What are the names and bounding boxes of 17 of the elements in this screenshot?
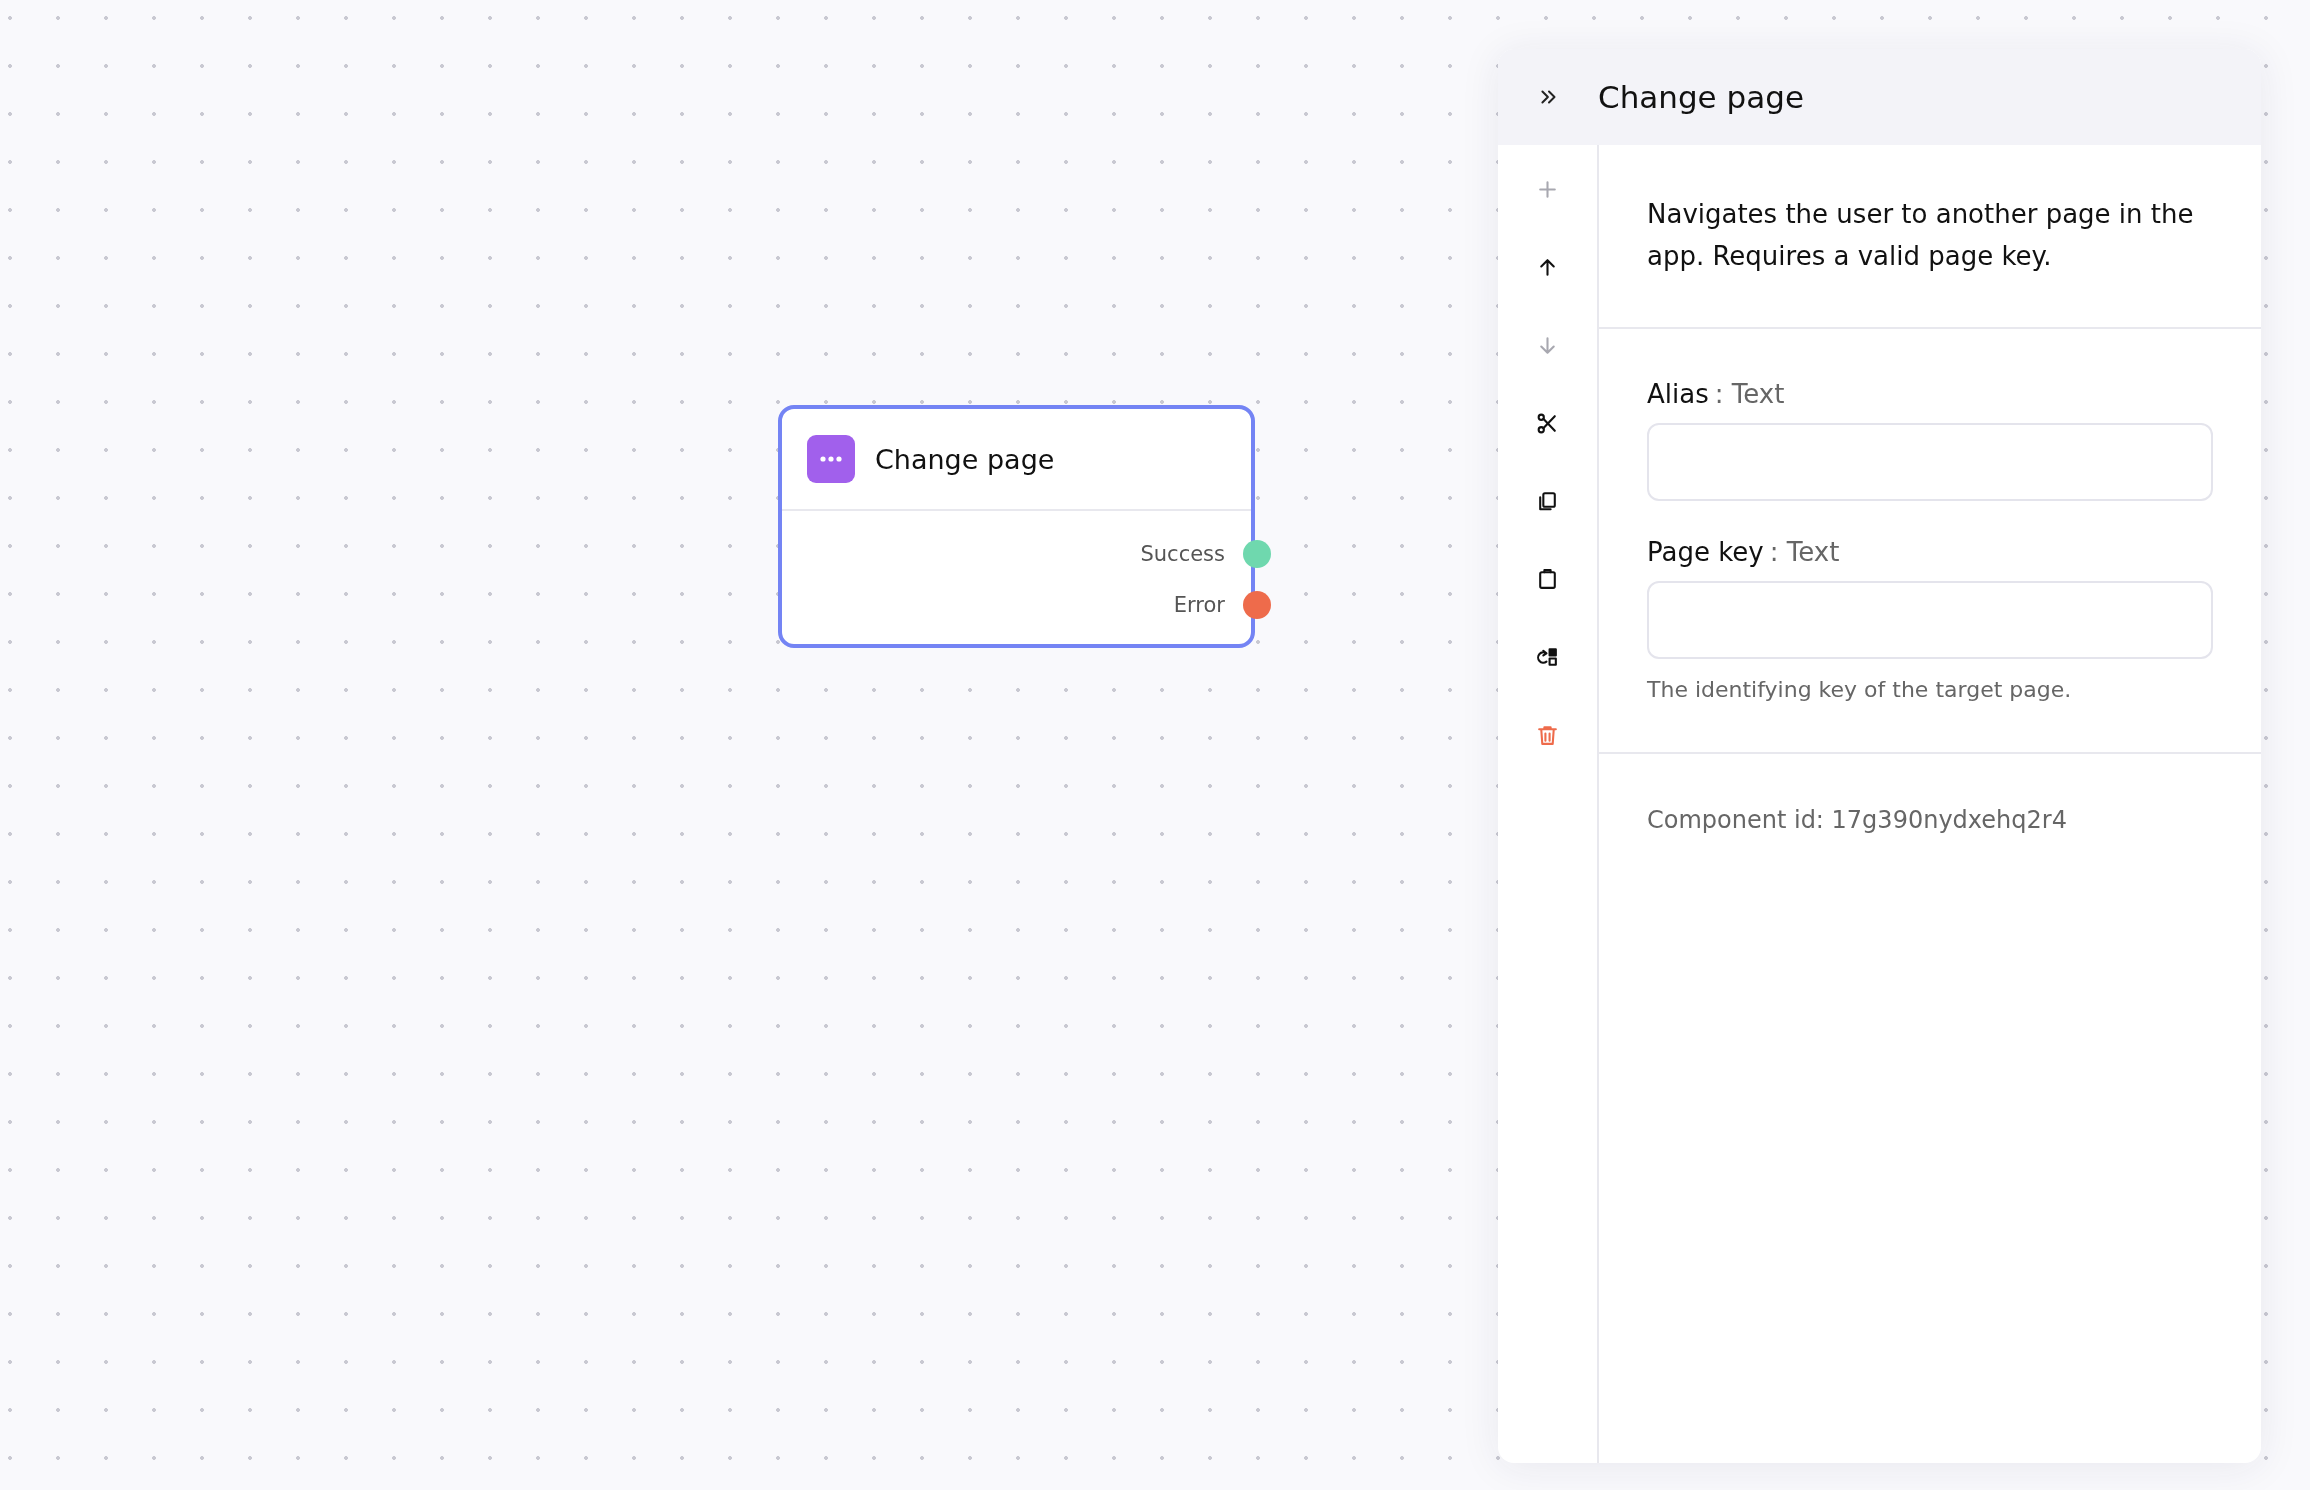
description-text: Navigates the user to another page in the app. Requires a valid page key. [1647, 198, 2195, 273]
ellipsis-icon [807, 435, 855, 483]
output-port[interactable] [1243, 540, 1271, 568]
field-type-label: : Text [1714, 379, 1785, 409]
trash-icon[interactable] [1535, 723, 1560, 748]
panel-title: Change page [1598, 79, 1804, 115]
text-input-field[interactable] [1647, 423, 2213, 501]
help-text: The identifying key of the target page. [1647, 677, 2073, 702]
output-label: Success [1140, 542, 1225, 566]
field-label: Alias [1647, 379, 1709, 409]
text-input-field[interactable] [1647, 581, 2213, 659]
output-label: Error [1173, 593, 1225, 617]
node-title: Change page [875, 443, 1055, 475]
field-label: Page key [1647, 537, 1764, 567]
output-port[interactable] [1243, 591, 1271, 619]
field-type-label: : Text [1769, 537, 1840, 567]
component-id-text: Component id: 17g390nydxehq2r4 [1647, 806, 2067, 834]
